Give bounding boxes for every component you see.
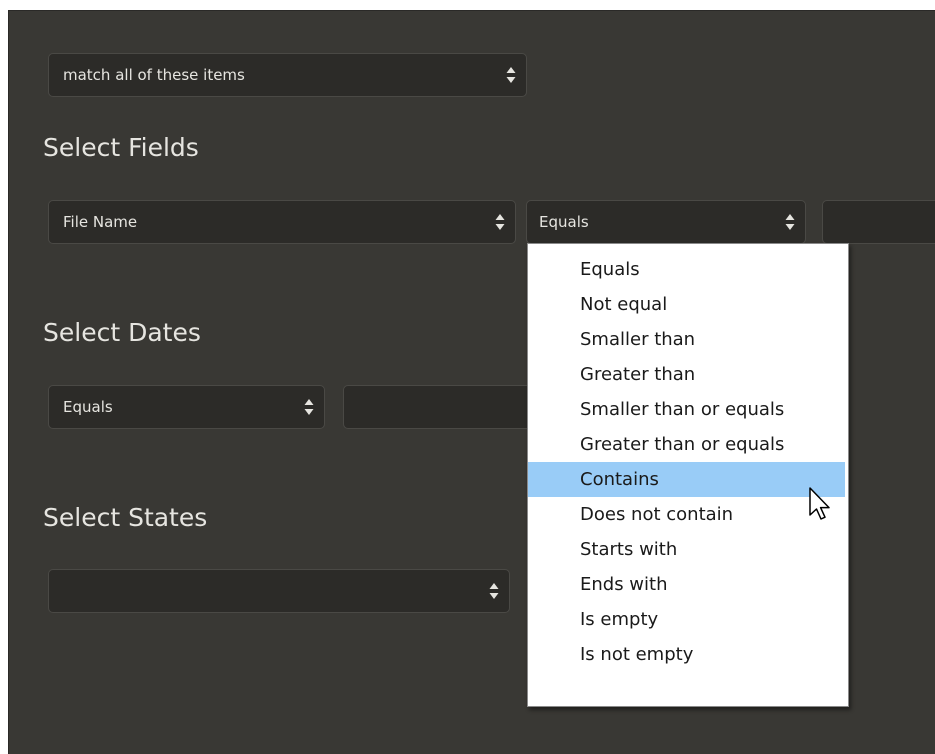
- operator-dropdown-list: Equals Not equal Smaller than Greater th…: [527, 243, 849, 707]
- mouse-pointer-icon: [808, 486, 834, 526]
- operator-option[interactable]: Smaller than: [528, 322, 848, 357]
- date-value-input[interactable]: [343, 385, 529, 429]
- select-fields-heading: Select Fields: [43, 133, 199, 162]
- date-operator-select[interactable]: Equals: [48, 385, 325, 429]
- operator-option[interactable]: Smaller than or equals: [528, 392, 848, 427]
- updown-chevron-icon: [495, 213, 505, 231]
- select-dates-heading: Select Dates: [43, 318, 201, 347]
- field-operator-select[interactable]: Equals: [526, 200, 806, 244]
- updown-chevron-icon: [304, 398, 314, 416]
- operator-option[interactable]: Is not empty: [528, 637, 848, 672]
- date-operator-value: Equals: [63, 398, 113, 416]
- operator-option[interactable]: Ends with: [528, 567, 848, 602]
- operator-option[interactable]: Greater than: [528, 357, 848, 392]
- match-mode-value: match all of these items: [63, 66, 245, 84]
- field-operator-value: Equals: [539, 213, 589, 231]
- operator-option[interactable]: Not equal: [528, 287, 848, 322]
- updown-chevron-icon: [506, 66, 516, 84]
- select-states-heading: Select States: [43, 503, 208, 532]
- operator-option-highlighted[interactable]: Contains: [528, 462, 845, 497]
- updown-chevron-icon: [785, 213, 795, 231]
- operator-option[interactable]: Equals: [528, 252, 848, 287]
- operator-option[interactable]: Is empty: [528, 602, 848, 637]
- updown-chevron-icon: [489, 582, 499, 600]
- field-value-input[interactable]: [822, 200, 935, 244]
- operator-option[interactable]: Does not contain: [528, 497, 848, 532]
- operator-option[interactable]: Greater than or equals: [528, 427, 848, 462]
- field-name-value: File Name: [63, 213, 138, 231]
- operator-option[interactable]: Starts with: [528, 532, 848, 567]
- field-name-select[interactable]: File Name: [48, 200, 516, 244]
- state-select[interactable]: [48, 569, 510, 613]
- match-mode-select[interactable]: match all of these items: [48, 53, 527, 97]
